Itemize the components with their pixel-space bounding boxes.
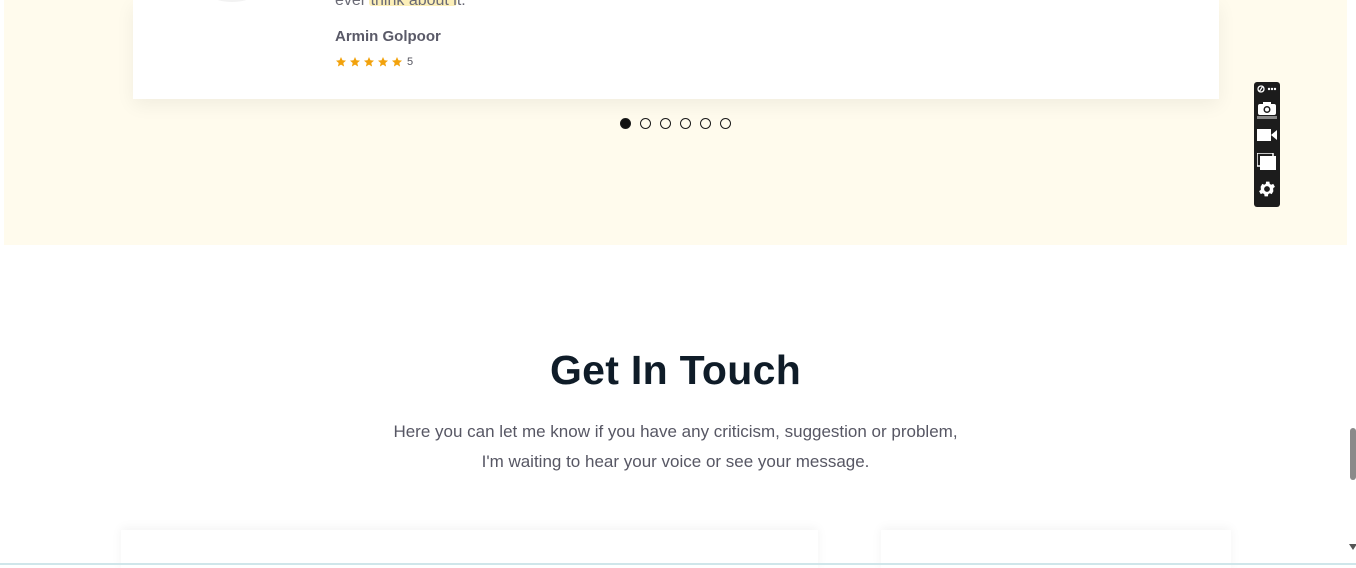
star-icon bbox=[378, 57, 388, 67]
subtitle-line-1: Here you can let me know if you have any… bbox=[393, 422, 958, 441]
carousel-dot-4[interactable] bbox=[680, 118, 691, 129]
gear-icon[interactable] bbox=[1257, 179, 1277, 199]
star-icon bbox=[392, 57, 402, 67]
carousel-dot-5[interactable] bbox=[700, 118, 711, 129]
carousel-dot-1[interactable] bbox=[620, 118, 631, 129]
testimonial-card: ever think about it. Armin Golpoor 5 bbox=[133, 0, 1219, 99]
testimonial-section: ever think about it. Armin Golpoor 5 bbox=[4, 0, 1347, 245]
star-icon bbox=[336, 57, 346, 67]
star-rating: 5 bbox=[335, 56, 413, 68]
scroll-down-arrow-icon[interactable] bbox=[1349, 544, 1356, 550]
divider bbox=[0, 563, 1356, 565]
avatar bbox=[213, 0, 251, 2]
carousel-pagination bbox=[620, 118, 740, 129]
subtitle-line-2: I'm waiting to hear your voice or see yo… bbox=[481, 452, 870, 471]
reviewer-name: Armin Golpoor bbox=[335, 28, 441, 45]
camera-icon[interactable] bbox=[1257, 99, 1277, 119]
star-icon bbox=[364, 57, 374, 67]
section-title: Get In Touch bbox=[549, 347, 802, 393]
star-icon bbox=[350, 57, 360, 67]
testimonial-quote: ever think about it. bbox=[335, 0, 466, 9]
carousel-dot-6[interactable] bbox=[720, 118, 731, 129]
contact-section: Get In Touch Here you can let me know if… bbox=[4, 245, 1347, 568]
section-subtitle: Here you can let me know if you have any… bbox=[4, 417, 1347, 477]
capture-toolbar bbox=[1254, 82, 1280, 207]
pin-more-icon[interactable] bbox=[1257, 84, 1277, 94]
carousel-dot-2[interactable] bbox=[640, 118, 651, 129]
window-icon[interactable] bbox=[1257, 153, 1277, 171]
rating-value: 5 bbox=[407, 56, 414, 68]
scrollbar-thumb[interactable] bbox=[1350, 428, 1356, 480]
video-icon[interactable] bbox=[1257, 127, 1277, 143]
carousel-dot-3[interactable] bbox=[660, 118, 671, 129]
